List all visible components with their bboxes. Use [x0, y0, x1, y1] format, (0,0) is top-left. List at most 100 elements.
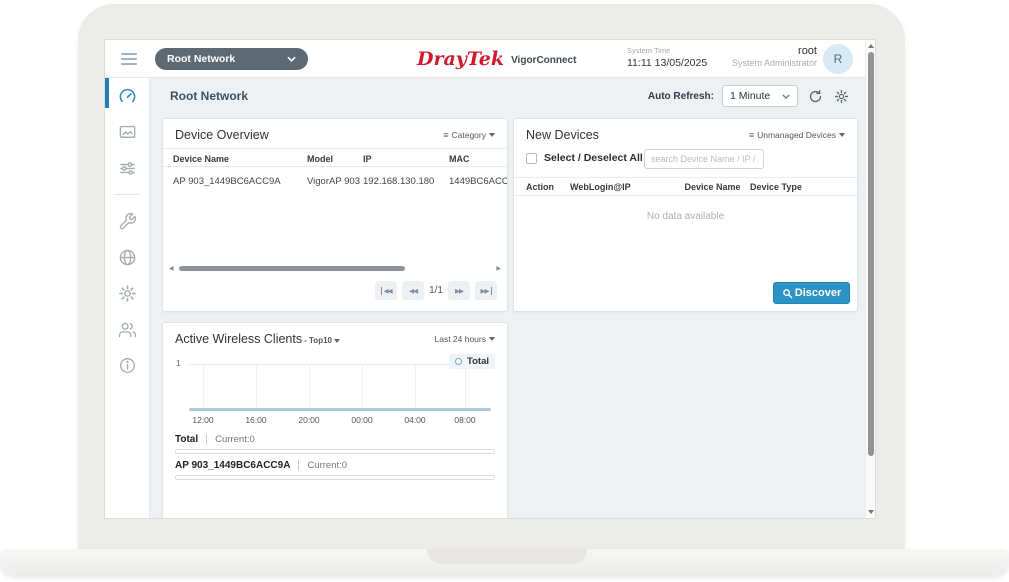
top10-filter-dropdown[interactable]: - Top10	[304, 336, 340, 345]
page-indicator: 1/1	[429, 285, 443, 296]
x-tick: 08:00	[454, 415, 475, 425]
time-range-dropdown[interactable]: Last 24 hours	[434, 334, 495, 344]
sidebar-item-users[interactable]	[105, 311, 150, 347]
gridline	[362, 364, 363, 410]
col-ip: IP	[363, 154, 449, 164]
new-devices-title: New Devices	[526, 128, 599, 142]
discover-button-label: Discover	[795, 287, 841, 299]
laptop-notch	[427, 549, 587, 564]
next-page-button[interactable]: ▶▶	[448, 281, 470, 300]
device-search-input[interactable]	[644, 149, 764, 169]
first-page-button[interactable]: ◀◀	[375, 281, 397, 300]
scroll-left-icon[interactable]: ◀	[169, 266, 174, 272]
globe-icon	[118, 248, 137, 267]
caret-down-icon	[334, 339, 340, 343]
gear-icon	[118, 284, 137, 303]
stat-progress-bar	[175, 449, 495, 454]
discover-button[interactable]: Discover	[773, 282, 850, 304]
legend-total[interactable]: Total	[449, 354, 495, 369]
settings-button[interactable]	[832, 87, 850, 105]
sidebar-item-dashboard[interactable]	[105, 78, 150, 114]
col-device-name: Device Name	[173, 154, 307, 164]
system-time: System Time 11:11 13/05/2025	[627, 46, 707, 69]
configuration-sliders-icon	[118, 159, 137, 178]
auto-refresh-value: 1 Minute	[730, 90, 770, 102]
stat-row-ap: AP 903_1449BC6ACC9A Current:0	[175, 460, 495, 471]
x-tick: 04:00	[404, 415, 425, 425]
draytek-logo-text: DrayTek	[417, 48, 504, 70]
wireless-clients-chart: 1 12:00 16:00 20:00 00:00 04:00	[189, 354, 495, 426]
sidebar-item-monitoring[interactable]	[105, 114, 150, 150]
scrollbar-thumb[interactable]	[868, 52, 874, 456]
avatar[interactable]: R	[823, 44, 853, 74]
last-page-button[interactable]: ▶▶	[475, 281, 497, 300]
legend-label: Total	[467, 356, 489, 367]
prev-page-icon: ◀◀	[409, 287, 417, 295]
cell-mac: 1449BC6ACC9A	[449, 176, 507, 187]
time-range-label: Last 24 hours	[434, 334, 486, 344]
sidebar-item-about[interactable]	[105, 347, 150, 383]
category-filter-dropdown[interactable]: ≡ Category	[443, 130, 495, 140]
prev-page-button[interactable]: ◀◀	[402, 281, 424, 300]
scroll-up-icon[interactable]	[868, 44, 874, 48]
select-all-label[interactable]: Select / Deselect All	[544, 152, 643, 164]
col-action: Action	[526, 182, 570, 192]
col-weblogin-ip: WebLogin@IP	[570, 182, 675, 192]
sidebar-item-maintenance[interactable]	[105, 203, 150, 239]
device-table-row[interactable]: AP 903_1449BC6ACC9A VigorAP 903 192.168.…	[163, 167, 507, 195]
app-body: Root Network Auto Refresh: 1 Minute	[105, 78, 875, 518]
device-table-header: Device Name Model IP MAC UP Time	[163, 148, 507, 167]
gridline	[309, 364, 310, 410]
device-overview-title: Device Overview	[175, 128, 269, 142]
gridline	[415, 364, 416, 410]
sidebar-item-settings[interactable]	[105, 275, 150, 311]
users-icon	[118, 320, 137, 339]
caret-down-icon	[489, 337, 495, 341]
x-tick: 12:00	[192, 415, 213, 425]
user-info: root System Administrator	[732, 45, 817, 68]
network-selector-label: Root Network	[167, 53, 235, 65]
new-devices-panel: New Devices ≡ Unmanaged Devices Select /…	[513, 118, 858, 312]
last-page-icon: ▶▶	[481, 287, 492, 295]
network-selector-dropdown[interactable]: Root Network	[155, 48, 308, 70]
horizontal-scrollbar[interactable]: ◀ ▶	[169, 265, 501, 273]
info-icon	[118, 356, 137, 375]
scroll-down-icon[interactable]	[868, 510, 874, 514]
unmanaged-devices-dropdown[interactable]: ≡ Unmanaged Devices	[749, 130, 845, 140]
stat-progress-bar	[175, 475, 495, 480]
active-wireless-clients-panel: Active Wireless Clients - Top10 Last 24 …	[162, 322, 508, 518]
stat-row-total: Total Current:0	[175, 434, 495, 445]
gear-icon	[834, 89, 849, 104]
system-time-value: 11:11 13/05/2025	[627, 57, 707, 69]
menu-hamburger-icon[interactable]	[121, 53, 137, 68]
chevron-down-icon	[782, 94, 790, 99]
awc-title: Active Wireless Clients	[175, 332, 302, 346]
refresh-button[interactable]	[806, 87, 824, 105]
auto-refresh-select[interactable]: 1 Minute	[722, 85, 798, 107]
scroll-right-icon[interactable]: ▶	[496, 266, 501, 272]
caret-down-icon	[839, 133, 845, 137]
x-tick: 20:00	[298, 415, 319, 425]
search-icon	[782, 288, 793, 299]
scrollbar-thumb[interactable]	[179, 266, 405, 271]
pagination: ◀◀ ◀◀ 1/1 ▶▶ ▶▶	[375, 281, 497, 300]
sidebar-item-network[interactable]	[105, 239, 150, 275]
stat-name: Total	[175, 434, 198, 445]
sidebar-item-configuration[interactable]	[105, 150, 150, 186]
category-filter-label: Category	[452, 130, 487, 140]
app-screen: Root Network DrayTek VigorConnect System…	[105, 40, 875, 518]
cell-device-name[interactable]: AP 903_1449BC6ACC9A	[173, 176, 307, 187]
brand-logo: DrayTek VigorConnect	[417, 40, 576, 78]
new-devices-table-header: Action WebLogin@IP Device Name Device Ty…	[514, 177, 857, 196]
refresh-icon	[808, 89, 823, 104]
select-all-checkbox[interactable]	[526, 153, 537, 164]
col-device-name: Device Name	[675, 182, 750, 192]
chevron-down-icon	[287, 56, 296, 62]
product-name: VigorConnect	[511, 55, 576, 66]
gridline	[465, 364, 466, 410]
main-content: Root Network Auto Refresh: 1 Minute	[150, 78, 866, 518]
dashboard-gauge-icon	[118, 87, 137, 106]
first-page-icon: ◀◀	[381, 287, 392, 295]
vertical-scrollbar[interactable]	[865, 40, 875, 518]
x-tick: 00:00	[351, 415, 372, 425]
